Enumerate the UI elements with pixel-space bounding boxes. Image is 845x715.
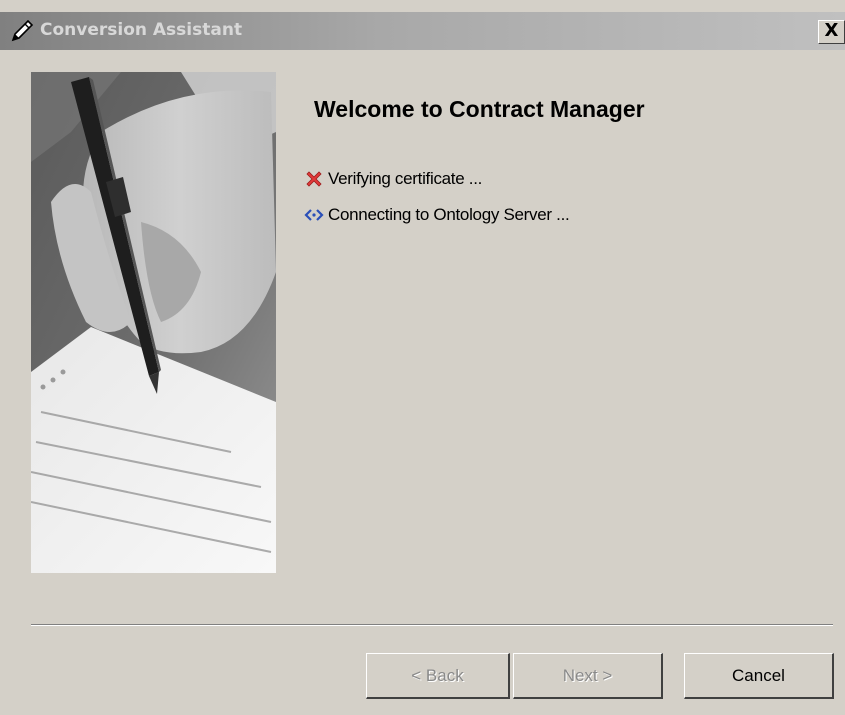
pen-icon [11,19,34,42]
title-bar[interactable]: Conversion Assistant X [0,12,845,50]
footer-separator [31,624,833,626]
error-x-icon [306,171,322,187]
status-item-connecting-server: Connecting to Ontology Server ... [304,203,570,227]
status-item-verifying-certificate: Verifying certificate ... [304,167,482,191]
window-title: Conversion Assistant [40,20,243,40]
status-item-label: Verifying certificate ... [328,169,483,188]
connecting-arrows-icon [304,209,324,221]
close-button[interactable]: X [818,20,845,44]
conversion-assistant-dialog: Conversion Assistant X Welcome to Contra… [0,0,845,715]
status-item-label: Connecting to Ontology Server ... [328,205,570,224]
cancel-button[interactable]: Cancel [684,653,834,699]
welcome-heading: Welcome to Contract Manager [314,96,645,122]
signing-contract-image [31,72,276,573]
next-button[interactable]: Next > [513,653,663,699]
back-button[interactable]: < Back [366,653,510,699]
